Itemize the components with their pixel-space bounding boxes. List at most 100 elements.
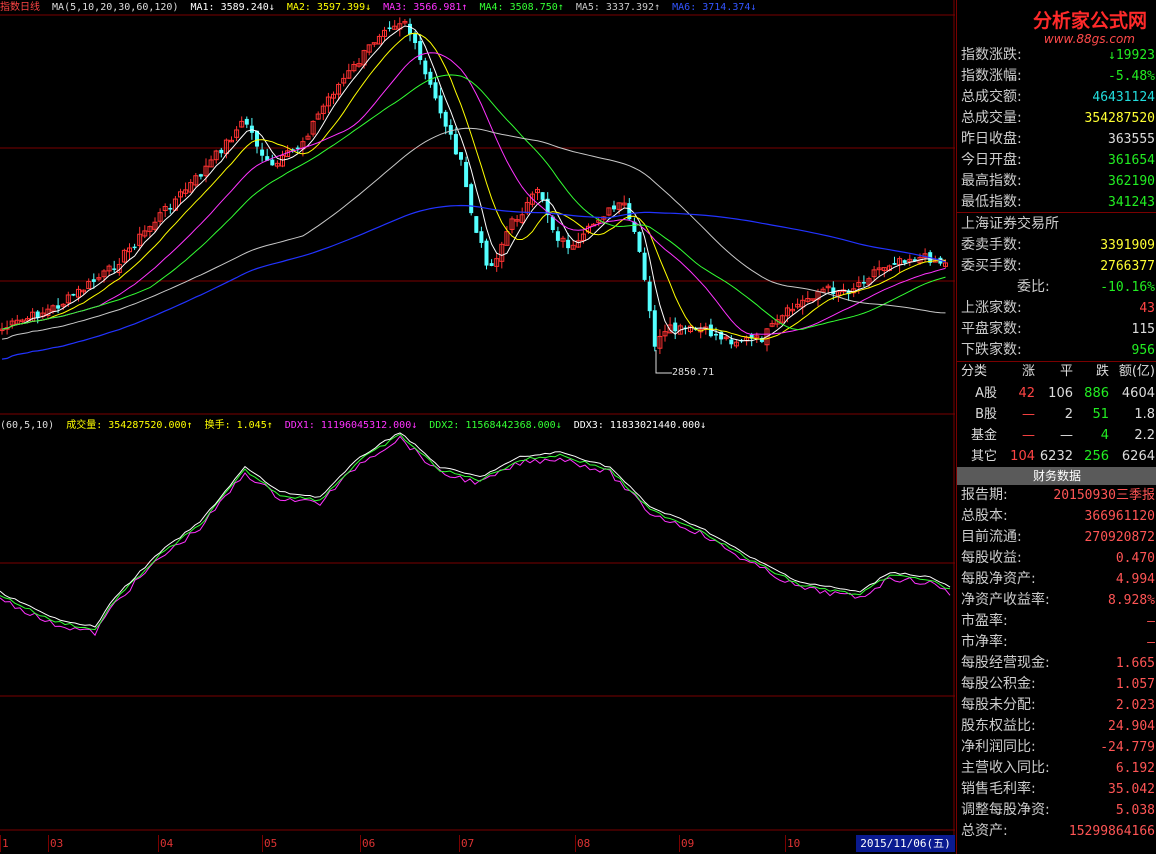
candle-body	[484, 240, 489, 266]
legend-turnover: 换手: 1.045↑	[204, 420, 273, 431]
time-tick-line	[360, 835, 361, 852]
exchange-label: 平盘家数:	[961, 321, 1022, 337]
finance-row: 每股经营现金: 1.665	[957, 653, 1156, 674]
legend-vol-params: (60,5,10)	[0, 420, 55, 431]
time-tick-line	[679, 835, 680, 852]
finance-row: 股东权益比: 24.904	[957, 716, 1156, 737]
quote-row: 最低指数: 341243	[957, 192, 1156, 213]
exchange-row: 委买手数: 2766377	[957, 256, 1156, 277]
finance-title[interactable]: 财务数据	[957, 467, 1156, 485]
breakdown-cell: —	[1022, 407, 1035, 422]
breakdown-cell: 其它	[970, 449, 997, 464]
candle-body	[612, 205, 616, 210]
candle-body	[448, 125, 453, 135]
candle-body	[902, 260, 907, 263]
candle-body	[861, 281, 866, 284]
candle-body	[56, 305, 61, 309]
finance-row: 每股未分配: 2.023	[957, 695, 1156, 716]
time-axis: 1 03 04 05 06 07 08 09 10 2015/11/06(五)	[0, 835, 955, 854]
ma1-line	[1, 25, 946, 342]
quote-row: 指数涨跌: ↓19923	[957, 45, 1156, 66]
finance-row: 目前流通: 270920872	[957, 527, 1156, 548]
low-price-marker	[655, 350, 672, 374]
legend-ma4: MA4: 3508.750↑	[479, 2, 564, 13]
info-panel: 分析家公式网 www.88gs.com 指数涨跌: ↓19923 指数涨幅: -5.4…	[956, 0, 1156, 854]
exchange-value: 115	[1131, 322, 1155, 337]
quote-label: 总成交额:	[961, 89, 1022, 105]
breakdown-header-cell: 涨	[1021, 364, 1035, 379]
breakdown-cell: 42	[1018, 386, 1035, 401]
finance-value: 8.928%	[1108, 593, 1155, 608]
ma5-line	[1, 127, 946, 340]
finance-row: 净资产收益率: 8.928%	[957, 590, 1156, 611]
finance-row: 市盈率: —	[957, 611, 1156, 632]
breakdown-header-cell: 额(亿)	[1118, 364, 1155, 379]
finance-label: 股东权益比:	[961, 718, 1036, 734]
finance-row: 每股净资产: 4.994	[957, 569, 1156, 590]
ma6-line	[1, 204, 946, 360]
exchange-value: 2766377	[1100, 259, 1155, 274]
kline-chart-area[interactable]: 指数日线 MA(5,10,20,30,60,120) MA1: 3589.240…	[0, 0, 955, 835]
quote-value: -5.48%	[1108, 69, 1155, 84]
time-tick: 1	[2, 837, 9, 850]
finance-label: 市净率:	[961, 634, 1008, 650]
exchange-name: 上海证券交易所	[957, 214, 1156, 235]
quote-label: 最高指数:	[961, 173, 1022, 189]
breakdown-cell: 1.8	[1134, 407, 1155, 422]
breakdown-row: B股 — 2 51 1.8	[957, 405, 1156, 425]
candle-body	[469, 184, 474, 214]
legend-ma3: MA3: 3566.981↑	[383, 2, 468, 13]
finance-label: 总资产:	[961, 823, 1008, 839]
quote-value: 46431124	[1092, 90, 1155, 105]
breakdown-cell: 2	[1064, 407, 1073, 422]
finance-label: 净资产收益率:	[961, 592, 1050, 608]
candle-body	[540, 192, 545, 200]
candle-body	[474, 216, 479, 233]
candle-body	[198, 174, 203, 177]
legend-ma1: MA1: 3589.240↓	[190, 2, 275, 13]
breakdown-row: A股 42 106 886 4604	[957, 384, 1156, 404]
finance-row: 报告期: 20150930三季报	[957, 485, 1156, 506]
time-tick-line	[48, 835, 49, 852]
time-tick-line	[0, 835, 1, 852]
time-tick: 04	[160, 837, 174, 850]
legend-volume: 成交量: 354287520.000↑	[66, 420, 193, 431]
candle-body	[652, 310, 657, 347]
candle-body	[642, 252, 647, 280]
exchange-name-label: 上海证券交易所	[961, 216, 1059, 232]
finance-value: 6.192	[1115, 761, 1155, 776]
breakdown-cell: 106	[1048, 386, 1073, 401]
time-tick-line	[575, 835, 576, 852]
quote-value: 362190	[1108, 174, 1155, 189]
exchange-row: 平盘家数: 115	[957, 319, 1156, 340]
quote-row: 今日开盘: 361654	[957, 150, 1156, 171]
candle-body	[112, 268, 117, 270]
exchange-row: 委卖手数: 3391909	[957, 235, 1156, 256]
legend-title: 指数	[0, 2, 20, 13]
finance-row: 总资产: 15299864166	[957, 821, 1156, 842]
time-tick: 03	[50, 837, 64, 850]
finance-value: 270920872	[1084, 530, 1155, 545]
quote-value: 354287520	[1084, 111, 1155, 126]
candle-body	[453, 134, 458, 155]
finance-value: 0.470	[1115, 551, 1155, 566]
finance-row: 每股收益: 0.470	[957, 548, 1156, 569]
finance-value: 4.994	[1115, 572, 1155, 587]
candle-body	[637, 231, 642, 252]
quote-value: 363555	[1108, 132, 1155, 147]
finance-label: 报告期:	[961, 487, 1008, 503]
candle-body	[555, 231, 560, 241]
legend-period[interactable]: 日线	[20, 2, 40, 13]
quote-label: 最低指数:	[961, 194, 1022, 210]
ddx3-line	[0, 432, 951, 628]
breakdown-row: 其它 104 6232 256 6264	[957, 447, 1156, 467]
finance-row: 市净率: —	[957, 632, 1156, 653]
finance-label: 每股净资产:	[961, 571, 1036, 587]
candle-body	[249, 125, 254, 133]
finance-row: 主营收入同比: 6.192	[957, 758, 1156, 779]
ma2-line	[1, 32, 946, 340]
finance-row: 总股本: 366961120	[957, 506, 1156, 527]
time-tick: 08	[577, 837, 591, 850]
finance-row: 调整每股净资: 5.038	[957, 800, 1156, 821]
quote-row: 总成交额: 46431124	[957, 87, 1156, 108]
